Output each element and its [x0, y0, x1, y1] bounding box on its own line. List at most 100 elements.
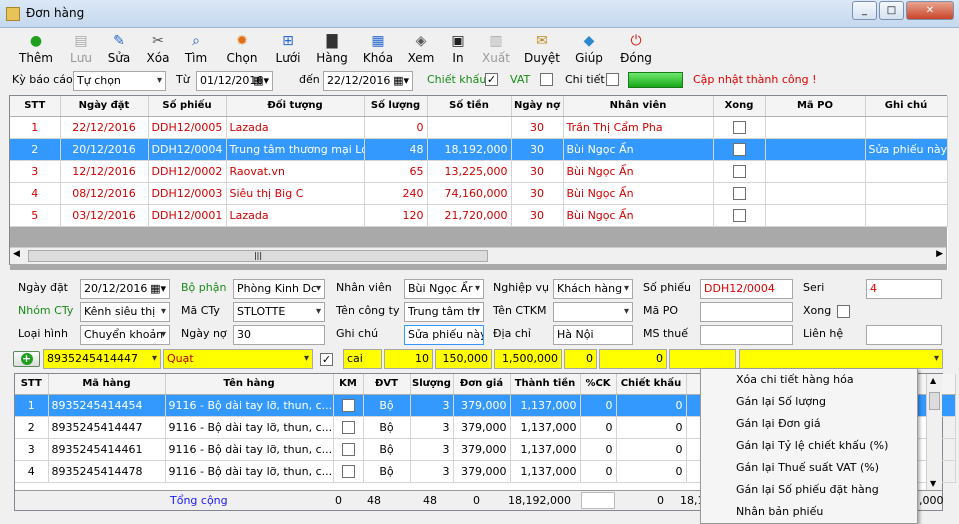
staff-select[interactable]: Bùi Ngọc Ẩr	[404, 279, 484, 299]
toolbar-help-button[interactable]: ◆ Giúp	[572, 31, 606, 67]
details-code-cell[interactable]: 8935245414478	[48, 460, 166, 483]
toolbar-find-button[interactable]: ⌕ Tìm	[180, 31, 212, 67]
details-total-cell[interactable]: 1,137,000	[510, 460, 581, 483]
details-col-header[interactable]: Thành tiền	[510, 374, 581, 395]
context-menu-item[interactable]: Xóa chi tiết hàng hóa	[701, 369, 917, 391]
orders-qty-cell[interactable]: 120	[364, 204, 428, 227]
toolbar-select-button[interactable]: ✹ Chọn	[222, 31, 262, 67]
toolbar-add-button[interactable]: ● Thêm	[15, 31, 57, 67]
orders-days-cell[interactable]: 30	[511, 138, 564, 161]
km-checkbox[interactable]	[341, 443, 355, 456]
details-unit-cell[interactable]: Bộ	[363, 416, 411, 439]
details-km-cell[interactable]	[333, 460, 364, 483]
orders-note-cell[interactable]: Sửa phiếu này	[865, 138, 948, 161]
toolbar-save-button[interactable]: ▤ Lưu	[64, 31, 98, 67]
details-code-cell[interactable]: 8935245414447	[48, 416, 166, 439]
details-unit-cell[interactable]: Bộ	[363, 438, 411, 461]
to-date-input[interactable]: 22/12/2016 ▦▾	[323, 71, 413, 91]
orders-days-cell[interactable]: 30	[511, 116, 564, 139]
details-km-cell[interactable]	[333, 394, 364, 417]
details-disc-cell[interactable]: 0	[616, 394, 687, 417]
details-price-cell[interactable]: 379,000	[453, 394, 511, 417]
product-select[interactable]: Quạt	[163, 349, 313, 369]
details-col-header[interactable]: Chiết khấu	[616, 374, 687, 395]
qty-input[interactable]: 10	[384, 349, 433, 369]
details-col-header[interactable]: STT	[15, 374, 49, 395]
total-input[interactable]: 1,500,000	[494, 349, 562, 369]
details-total-cell[interactable]: 1,137,000	[510, 416, 581, 439]
orders-col-header[interactable]: STT	[10, 96, 61, 117]
orders-date-cell[interactable]: 08/12/2016	[60, 182, 149, 205]
orders-note-cell[interactable]	[865, 204, 948, 227]
details-pct-cell[interactable]: 0	[580, 460, 617, 483]
details-unit-cell[interactable]: Bộ	[363, 460, 411, 483]
po-input[interactable]	[700, 302, 793, 322]
orders-amount-cell[interactable]: 74,160,000	[427, 182, 512, 205]
orders-col-header[interactable]: Nhân viên	[563, 96, 714, 117]
details-code-cell[interactable]: 8935245414461	[48, 438, 166, 461]
orders-po-cell[interactable]	[765, 138, 866, 161]
company-name-select[interactable]: Trung tâm th	[404, 302, 484, 322]
add-line-button[interactable]: +	[13, 351, 40, 367]
orders-col-header[interactable]: Số lượng	[364, 96, 428, 117]
details-col-header[interactable]: %CK	[580, 374, 617, 395]
orders-staff-cell[interactable]: Trần Thị Cẩm Pha	[563, 116, 714, 139]
program-select[interactable]	[553, 302, 633, 322]
orders-customer-cell[interactable]: Lazada	[226, 116, 365, 139]
orders-staff-cell[interactable]: Bùi Ngọc Ẩn	[563, 204, 714, 227]
details-col-header[interactable]: KM	[333, 374, 364, 395]
details-km-cell[interactable]	[333, 416, 364, 439]
orders-date-cell[interactable]: 03/12/2016	[60, 204, 149, 227]
company-code-select[interactable]: STLOTTE	[233, 302, 325, 322]
details-name-cell[interactable]: 9116 - Bộ dài tay lỡ, thun, c...	[165, 438, 334, 461]
orders-col-header[interactable]: Đối tượng	[226, 96, 365, 117]
details-stt-cell[interactable]: 4	[15, 460, 49, 483]
details-qty-cell[interactable]: 3	[410, 438, 454, 461]
orders-po-cell[interactable]	[765, 160, 866, 183]
unit-input[interactable]: cai	[343, 349, 382, 369]
orders-qty-cell[interactable]: 48	[364, 138, 428, 161]
orders-amount-cell[interactable]	[427, 116, 512, 139]
scroll-thumb[interactable]: |||	[28, 250, 488, 262]
orders-date-cell[interactable]: 22/12/2016	[60, 116, 149, 139]
details-stt-cell[interactable]: 2	[15, 416, 49, 439]
toolbar-lock-button[interactable]: ▦ Khóa	[360, 31, 396, 67]
discount-input[interactable]: 0	[599, 349, 667, 369]
orders-qty-cell[interactable]: 65	[364, 160, 428, 183]
orders-stt-cell[interactable]: 2	[10, 138, 61, 161]
orders-stt-cell[interactable]: 1	[10, 116, 61, 139]
done-checkbox[interactable]	[732, 209, 746, 222]
price-input[interactable]: 150,000	[435, 349, 492, 369]
toolbar-goods-button[interactable]: ▇ Hàng	[313, 31, 351, 67]
orders-note-cell[interactable]	[865, 116, 948, 139]
details-qty-cell[interactable]: 3	[410, 394, 454, 417]
orders-amount-cell[interactable]: 13,225,000	[427, 160, 512, 183]
details-name-cell[interactable]: 9116 - Bộ dài tay lỡ, thun, c...	[165, 416, 334, 439]
orders-done-cell[interactable]	[713, 138, 766, 161]
orders-days-cell[interactable]: 30	[511, 160, 564, 183]
orders-col-header[interactable]: Số tiền	[427, 96, 512, 117]
details-disc-cell[interactable]: 0	[616, 438, 687, 461]
details-disc-cell[interactable]: 0	[616, 416, 687, 439]
group-select[interactable]: Kênh siêu thị	[80, 302, 170, 322]
scroll-right-icon[interactable]: ▶	[936, 249, 943, 259]
orders-row[interactable]: 3 12/12/2016 DDH12/0002 Raovat.vn 65 13,225,0…	[10, 160, 948, 183]
orders-col-header[interactable]: Ngày đặt	[60, 96, 149, 117]
context-menu-item[interactable]: Gán lại Đơn giá	[701, 413, 917, 435]
orders-staff-cell[interactable]: Bùi Ngọc Ẩn	[563, 138, 714, 161]
toolbar-approve-button[interactable]: ✉ Duyệt	[523, 31, 561, 67]
detail-checkbox[interactable]	[606, 73, 619, 86]
orders-done-cell[interactable]	[713, 160, 766, 183]
details-qty-cell[interactable]: 3	[410, 416, 454, 439]
contact-input[interactable]	[866, 325, 942, 345]
orders-po-cell[interactable]	[765, 116, 866, 139]
km-checkbox[interactable]	[341, 421, 355, 434]
close-button[interactable]: ✕	[906, 1, 954, 20]
orders-done-cell[interactable]	[713, 182, 766, 205]
toolbar-power-button[interactable]: ⏻ Đóng	[618, 31, 654, 67]
orders-done-cell[interactable]	[713, 204, 766, 227]
context-menu-item[interactable]: Nhân bản phiếu	[701, 501, 917, 523]
note-input[interactable]: Sửa phiếu này	[404, 325, 484, 345]
seri-input[interactable]: 4	[866, 279, 942, 299]
voucher-input[interactable]: DDH12/0004	[700, 279, 793, 299]
